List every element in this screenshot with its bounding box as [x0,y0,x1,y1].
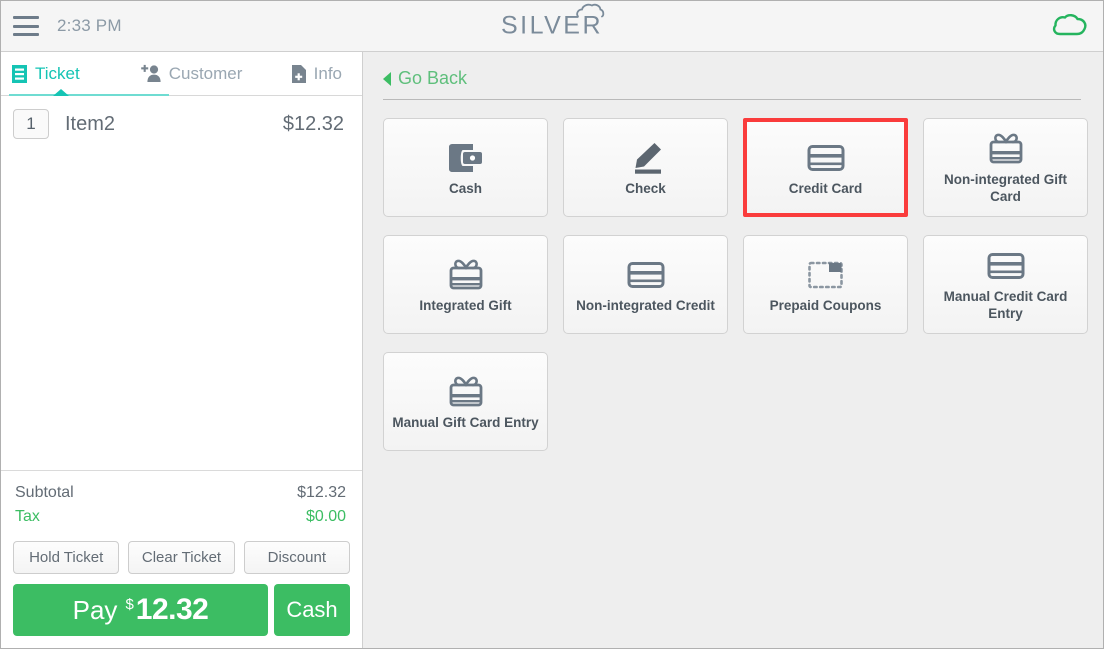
add-person-icon [140,64,162,83]
add-document-icon [291,64,307,84]
credit-card-icon [807,138,845,178]
tab-ticket[interactable]: Ticket [11,52,80,95]
payment-tile-label: Check [625,180,666,196]
credit-card-icon [627,255,665,295]
silver-logo: SILVER [501,3,605,41]
payment-tile-non-integrated-gift-card[interactable]: Non-integrated Gift Card [923,118,1088,217]
chevron-left-icon [383,71,391,86]
pay-currency-symbol: $ [125,596,134,613]
payment-tile-label: Non-integrated Credit [576,297,715,313]
gift-card-icon [446,372,486,412]
tab-active-underline [9,94,169,96]
quick-cash-button[interactable]: Cash [274,584,350,636]
item-price: $12.32 [282,112,344,135]
tax-label: Tax [15,508,40,525]
tax-value: $0.00 [305,508,346,525]
subtotal-label: Subtotal [15,484,74,501]
pay-amount: 12.32 [135,593,209,626]
pencil-icon [627,138,665,178]
payment-tile-non-integrated-credit[interactable]: Non-integrated Credit [563,235,728,334]
subtotal-row: Subtotal $12.32 [15,481,346,505]
payment-tile-check[interactable]: Check [563,118,728,217]
payment-tile-manual-credit-card-entry[interactable]: Manual Credit Card Entry [923,235,1088,334]
tab-info[interactable]: Info [291,52,342,95]
sync-cloud-icon[interactable] [1051,13,1089,39]
coupon-icon [807,255,845,295]
payment-tile-manual-gift-card-entry[interactable]: Manual Gift Card Entry [383,352,548,451]
tab-customer[interactable]: Customer [140,52,243,95]
main-body: Ticket Customer Info 1 Item2 $12.32 Subt… [1,52,1103,648]
top-bar: 2:33 PM SILVER [1,1,1103,52]
go-back-label: Go Back [398,68,468,88]
wallet-icon [447,138,485,178]
ticket-action-buttons: Hold Ticket Clear Ticket Discount [1,533,362,574]
gift-card-icon [446,255,486,295]
pay-button[interactable]: Pay $ 12.32 [13,584,268,636]
credit-card-icon [987,246,1025,286]
ticket-item-list: 1 Item2 $12.32 [1,96,362,470]
payment-tile-prepaid-coupons[interactable]: Prepaid Coupons [743,235,908,334]
gift-card-icon [986,129,1026,169]
payment-tile-credit-card[interactable]: Credit Card [743,118,908,217]
tab-ticket-label: Ticket [35,63,80,83]
payment-tile-label: Credit Card [788,180,863,196]
pay-label: Pay [72,594,118,625]
tab-info-label: Info [313,63,342,83]
receipt-icon [11,64,28,84]
payment-method-grid: Cash Check Credit Card Non-integrated Gi… [377,100,1088,451]
hamburger-menu-icon[interactable] [13,16,39,36]
payment-methods-panel: Go Back Cash Check Credit Card Non-integ… [363,52,1103,648]
payment-tile-label: Integrated Gift [419,297,512,313]
item-name: Item2 [65,112,116,135]
payment-tile-label: Prepaid Coupons [769,297,882,313]
item-quantity[interactable]: 1 [13,109,49,139]
payment-tile-label: Manual Gift Card Entry [392,414,539,430]
clear-ticket-button[interactable]: Clear Ticket [128,541,235,574]
totals-section: Subtotal $12.32 Tax $0.00 [1,470,362,533]
pos-app-window: 2:33 PM SILVER Ticket Customer Info 1 It… [0,0,1104,649]
payment-tile-label: Non-integrated Gift Card [944,172,1067,204]
payment-tile-cash[interactable]: Cash [383,118,548,217]
clock-label: 2:33 PM [57,16,122,35]
ticket-panel: Ticket Customer Info 1 Item2 $12.32 Subt… [1,52,363,648]
pay-button-row: Pay $ 12.32 Cash [1,574,362,648]
logo-cloud-icon [575,3,605,19]
tab-customer-label: Customer [168,63,243,83]
payment-tile-integrated-gift[interactable]: Integrated Gift [383,235,548,334]
discount-button[interactable]: Discount [243,541,350,574]
ticket-item-row[interactable]: 1 Item2 $12.32 [1,103,362,145]
subtotal-value: $12.32 [297,484,346,501]
ticket-tabs: Ticket Customer Info [1,52,362,96]
tax-row[interactable]: Tax $0.00 [15,505,346,529]
go-back-button[interactable]: Go Back [377,68,1081,89]
payment-tile-label: Cash [448,180,482,196]
tab-active-caret-icon [53,89,69,96]
hold-ticket-button[interactable]: Hold Ticket [13,541,120,574]
payment-tile-label: Manual Credit Card Entry [943,289,1068,321]
